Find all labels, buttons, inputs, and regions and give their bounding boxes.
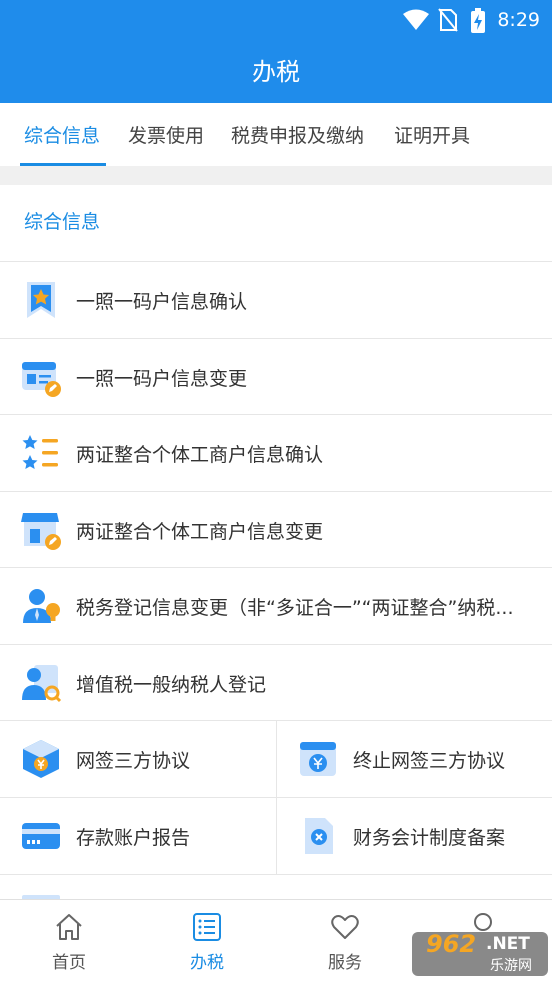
tab-invoice-use[interactable]: 发票使用	[128, 121, 204, 148]
no-sim-icon	[438, 8, 458, 32]
grid-item-label: 网签三方协议	[76, 750, 191, 772]
shop-edit-icon	[21, 513, 61, 550]
list-item-individual-business-change[interactable]: 两证整合个体工商户信息变更	[0, 492, 552, 568]
person-bulb-icon	[23, 589, 60, 623]
nav-services[interactable]: 服务	[276, 900, 414, 981]
list-item-vat-taxpayer-registration[interactable]: 增值税一般纳税人登记	[0, 645, 552, 721]
list-icon	[193, 913, 221, 941]
section-title: 综合信息	[24, 211, 101, 233]
heart-icon	[331, 915, 359, 939]
nav-label: 服务	[328, 953, 362, 973]
yuan-box-icon	[23, 740, 59, 778]
grid-item-label: 存款账户报告	[76, 827, 191, 849]
list-item-individual-business-confirm[interactable]: 两证整合个体工商户信息确认	[0, 415, 552, 491]
star-list-icon	[22, 435, 58, 469]
list-item-label: 两证整合个体工商户信息变更	[76, 521, 324, 543]
watermark-number: 962	[426, 930, 477, 958]
bookmark-star-icon	[27, 282, 55, 318]
grid-divider	[276, 720, 277, 874]
grid-item-label: 财务会计制度备案	[353, 827, 506, 849]
watermark-suffix: .NET	[486, 934, 530, 954]
category-tabs: 综合信息 发票使用 税费申报及缴纳 证明开具	[0, 103, 552, 166]
list-item-label: 两证整合个体工商户信息确认	[76, 444, 324, 466]
site-watermark: 962 .NET 乐游网	[412, 930, 548, 976]
divider	[0, 874, 552, 875]
battery-charging-icon	[471, 8, 485, 33]
tab-certificate-issuance[interactable]: 证明开具	[394, 121, 470, 148]
status-time: 8:29	[497, 9, 540, 31]
list-item-tax-registration-change[interactable]: 税务登记信息变更（非“多证合一”“两证整合”纳税...	[0, 568, 552, 644]
page-title: 办税	[252, 58, 300, 86]
list-item-license-info-confirm[interactable]: 一照一码户信息确认	[0, 262, 552, 338]
status-bar: 8:29	[0, 0, 552, 40]
nav-tax-handling[interactable]: 办税	[138, 900, 276, 981]
yuan-window-icon	[300, 742, 336, 776]
grid-item-label: 终止网签三方协议	[353, 750, 506, 772]
id-card-edit-icon	[22, 362, 61, 397]
grid-item-deposit-account-report[interactable]: 存款账户报告	[0, 798, 276, 874]
app-header: 8:29 办税	[0, 0, 552, 103]
home-icon	[56, 914, 82, 940]
document-close-icon	[305, 818, 333, 854]
grid-item-accounting-system-filing[interactable]: 财务会计制度备案	[277, 798, 552, 874]
list-item-label: 增值税一般纳税人登记	[76, 674, 267, 696]
list-item-label: 税务登记信息变更（非“多证合一”“两证整合”纳税...	[76, 597, 514, 619]
grid-item-online-tripartite-agreement[interactable]: 网签三方协议	[0, 721, 276, 797]
list-item-license-info-change[interactable]: 一照一码户信息变更	[0, 339, 552, 415]
nav-home[interactable]: 首页	[0, 900, 138, 981]
tab-general-info[interactable]: 综合信息	[24, 121, 100, 148]
tab-tax-filing-payment[interactable]: 税费申报及缴纳	[231, 121, 364, 148]
nav-label: 首页	[52, 953, 86, 973]
bank-card-icon	[22, 823, 60, 849]
nav-label: 办税	[190, 953, 224, 973]
section-divider	[0, 166, 552, 185]
wifi-icon	[403, 9, 429, 30]
person-search-icon	[22, 665, 62, 703]
grid-item-terminate-tripartite-agreement[interactable]: 终止网签三方协议	[277, 721, 552, 797]
list-item-label: 一照一码户信息确认	[76, 291, 248, 313]
list-item-label: 一照一码户信息变更	[76, 368, 248, 390]
watermark-text: 乐游网	[490, 958, 532, 974]
